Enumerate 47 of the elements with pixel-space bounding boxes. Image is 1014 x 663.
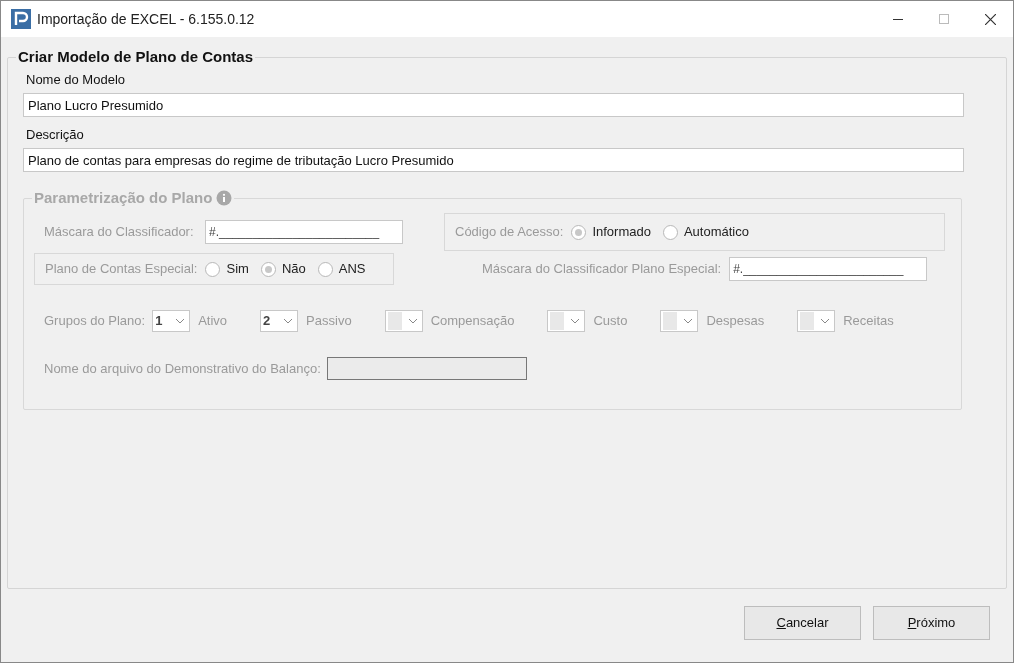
dropdown-value <box>550 312 565 330</box>
group-label: Custo <box>593 312 628 331</box>
field-label: Grupos do Plano: <box>44 312 146 331</box>
radio-label: Informado <box>592 223 651 242</box>
field-label: Código de Acesso: <box>455 223 564 242</box>
group-label: Compensação <box>430 312 515 331</box>
chevron-down-icon <box>283 318 294 324</box>
dropdown-value: 2 <box>263 312 272 330</box>
field-label: Descrição <box>26 126 85 144</box>
chevron-down-icon <box>175 318 186 324</box>
field-label: Plano de Contas Especial: <box>45 260 198 279</box>
field-label: Máscara do Classificador: <box>44 223 195 242</box>
group-label: Receitas <box>843 312 894 331</box>
maximize-icon <box>939 14 949 24</box>
section-title: Parametrização do Plano <box>34 188 213 208</box>
minimize-icon <box>893 18 903 20</box>
dropdown-value <box>800 312 815 330</box>
window-title: Importação de EXCEL - 6.155.0.12 <box>37 9 255 29</box>
dropdown-value <box>387 312 402 330</box>
group-label: Despesas <box>706 312 765 331</box>
app-logo-icon <box>11 9 31 29</box>
chevron-down-icon <box>570 318 581 324</box>
group-dropdown[interactable] <box>660 310 699 332</box>
dialog-button[interactable]: Próximo <box>873 606 990 640</box>
group-label: Passivo <box>306 312 352 331</box>
radio-label: Sim <box>226 260 249 279</box>
field-label: Nome do Modelo <box>26 71 126 89</box>
input-field[interactable]: Plano Lucro Presumido <box>23 93 964 117</box>
dialog-button[interactable]: Cancelar <box>744 606 861 640</box>
field-label: Máscara do Classificador Plano Especial: <box>482 260 722 279</box>
dropdown-value: 1 <box>155 312 164 330</box>
dropdown-value <box>663 312 678 330</box>
file-name-field[interactable] <box>326 357 527 380</box>
radio-label: Não <box>281 260 306 279</box>
chevron-down-icon <box>407 318 418 324</box>
close-icon <box>984 13 996 25</box>
group-dropdown[interactable] <box>547 310 586 332</box>
chevron-down-icon <box>820 318 831 324</box>
input-field[interactable]: Plano de contas para empresas do regime de tributação Lucro Presumido <box>23 148 964 172</box>
radio-label: ANS <box>338 260 366 279</box>
info-icon[interactable] <box>216 190 233 207</box>
chevron-down-icon <box>683 318 694 324</box>
group-dropdown[interactable] <box>797 310 836 332</box>
group-label: Ativo <box>198 312 228 331</box>
radio-label: Automático <box>683 223 749 242</box>
group-dropdown[interactable] <box>384 310 423 332</box>
field-label: Nome do arquivo do Demonstrativo do Balanço: <box>44 359 321 378</box>
